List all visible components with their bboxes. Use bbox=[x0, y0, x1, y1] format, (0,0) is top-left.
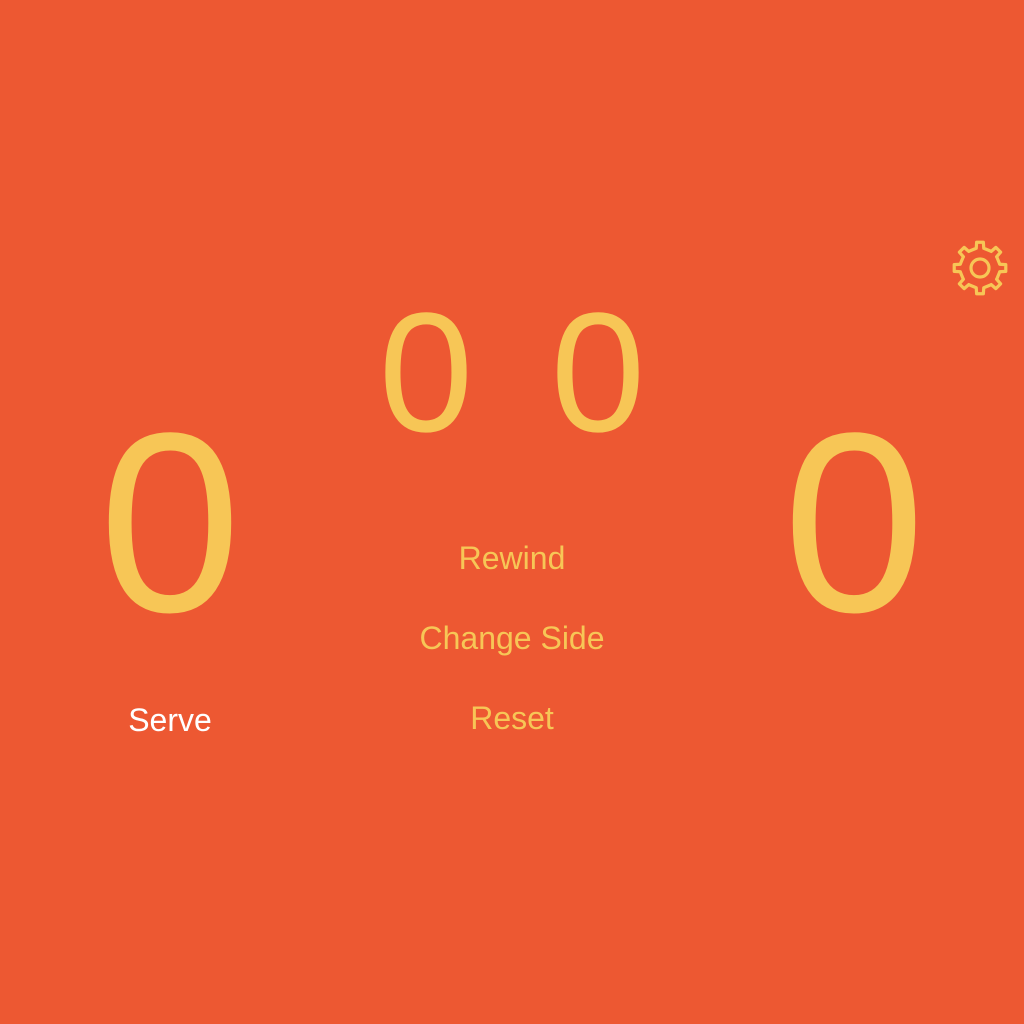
left-player-games: 0 bbox=[378, 278, 474, 468]
rewind-button[interactable]: Rewind bbox=[312, 538, 712, 578]
right-player-score[interactable]: 0 bbox=[744, 395, 964, 651]
right-player-games: 0 bbox=[550, 278, 646, 468]
settings-button[interactable] bbox=[948, 236, 1012, 300]
change-side-button[interactable]: Change Side bbox=[312, 618, 712, 658]
reset-button[interactable]: Reset bbox=[312, 698, 712, 738]
serve-indicator: Serve bbox=[128, 702, 212, 738]
gear-icon bbox=[948, 236, 1012, 300]
left-player-score[interactable]: 0 bbox=[60, 395, 280, 651]
